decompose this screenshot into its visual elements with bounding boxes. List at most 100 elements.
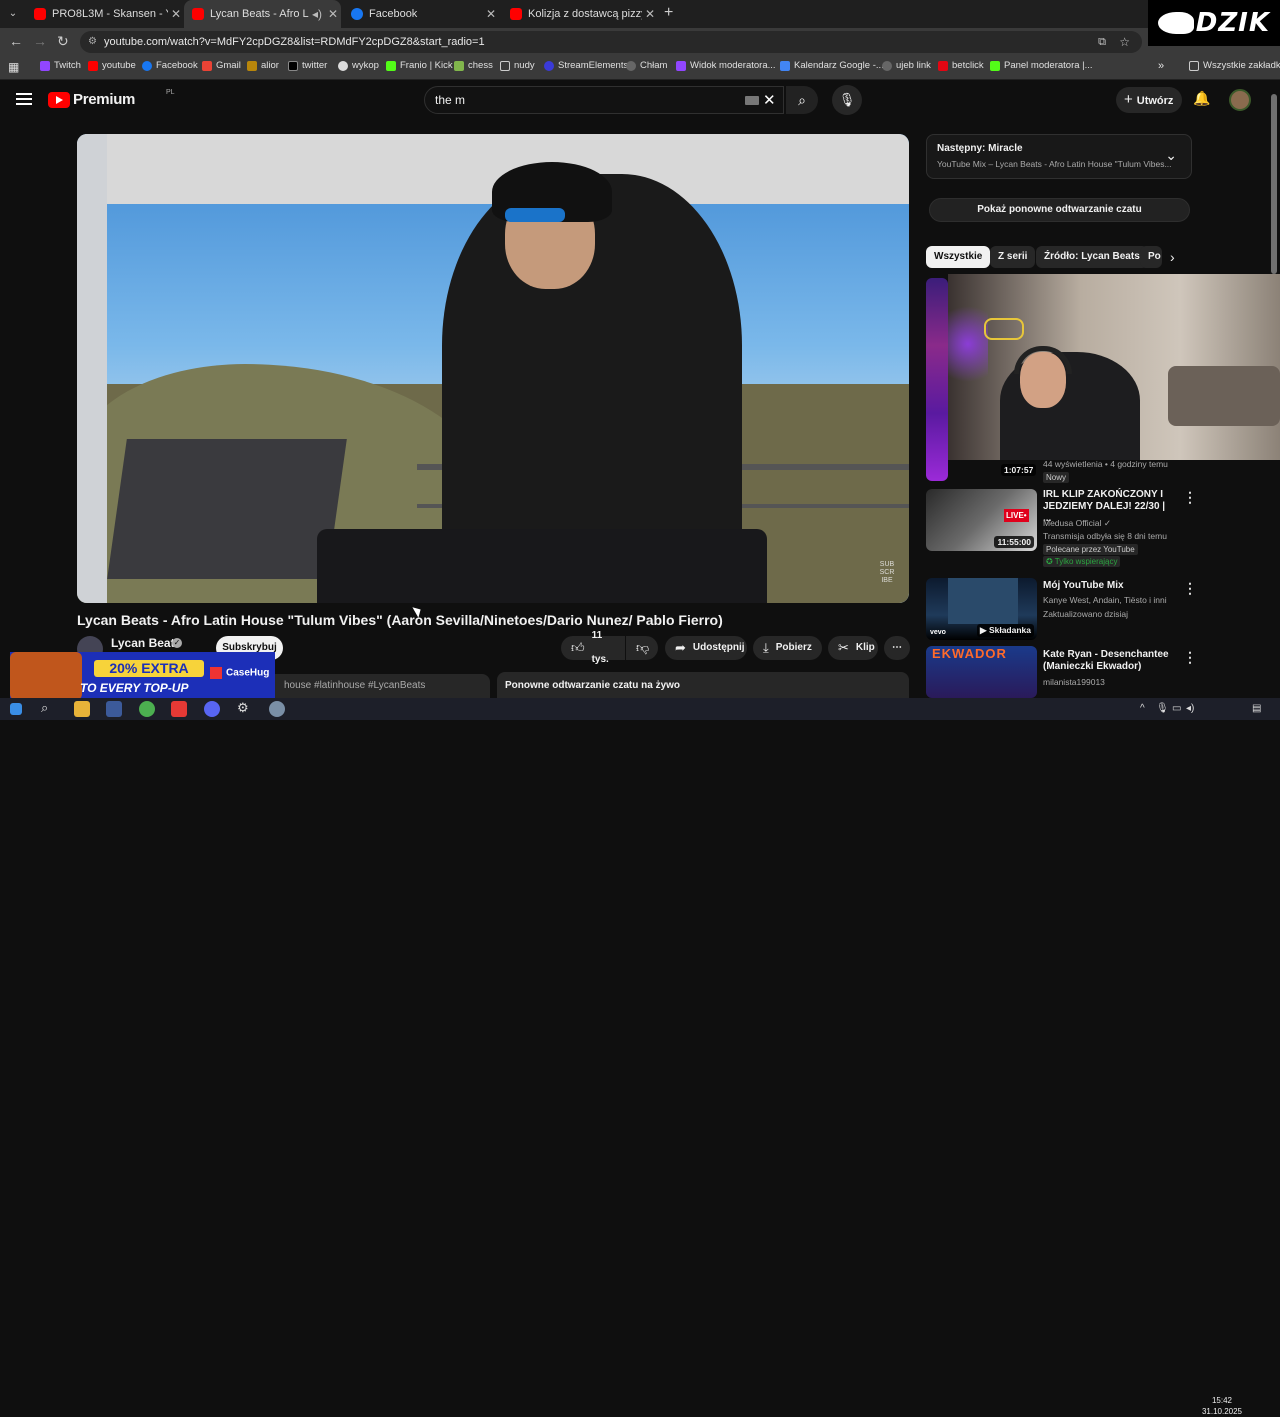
youtube-icon: [88, 60, 98, 71]
description-box[interactable]: house #latinhouse #LycanBeats: [268, 674, 490, 698]
video-card-thumbnail[interactable]: LIVE• 11:55:00: [926, 489, 1037, 551]
tab-facebook[interactable]: Facebook ✕: [343, 0, 499, 28]
bookmark-nudy[interactable]: nudy: [500, 60, 535, 71]
bookmark-alior[interactable]: alior: [247, 60, 279, 71]
download-button[interactable]: ⤓ Pobierz: [753, 636, 822, 660]
bookmark-wykop[interactable]: wykop: [338, 60, 379, 71]
close-tab-icon[interactable]: ✕: [168, 7, 184, 21]
browser-tab-bar: ⌄ PRO8L3M - Skansen - YouTube ✕ Lycan Be…: [0, 0, 1280, 28]
youtube-premium-logo[interactable]: Premium PL: [48, 89, 175, 108]
chip-source-lycan-beats[interactable]: Źródło: Lycan Beats: [1036, 246, 1148, 268]
keyboard-icon[interactable]: [745, 96, 759, 105]
bookmark-chlam[interactable]: Chłam: [626, 60, 667, 71]
chevron-down-icon[interactable]: ⌄: [1165, 147, 1177, 164]
video-frame-dj-deck: [317, 529, 767, 603]
subscribe-watermark[interactable]: SUB SCR IBE: [874, 561, 900, 589]
video-card-thumbnail[interactable]: vevo ▶ Składanka: [926, 578, 1037, 640]
bookmark-streamelements[interactable]: StreamElements: [544, 60, 628, 71]
more-options-icon[interactable]: ⋮: [1183, 580, 1197, 597]
bookmark-franio-kick[interactable]: Franio | Kick: [386, 60, 453, 71]
new-tab-plus-icon[interactable]: +: [664, 4, 673, 22]
video-card-channel[interactable]: Medusa Official ✓: [1043, 518, 1111, 529]
search-button[interactable]: ⌕: [786, 86, 818, 114]
channel-name[interactable]: Lycan Beats: [111, 636, 181, 650]
next-up-panel[interactable]: Następny: Miracle YouTube Mix – Lycan Be…: [926, 134, 1192, 179]
more-bookmarks-chevron-icon[interactable]: »: [1158, 60, 1164, 72]
bookmark-betclick[interactable]: betclick: [938, 60, 984, 71]
video-card-thumbnail[interactable]: [926, 278, 948, 481]
install-app-icon[interactable]: ⧉: [1098, 31, 1106, 53]
chrome-icon[interactable]: [139, 701, 155, 717]
microphone-icon[interactable]: 🎙: [1156, 703, 1169, 714]
show-chat-replay-button[interactable]: Pokaż ponowne odtwarzanie czatu: [929, 198, 1190, 222]
voice-search-mic-icon[interactable]: 🎙: [832, 85, 862, 115]
audio-playing-icon[interactable]: ◂): [309, 7, 325, 21]
video-card-title[interactable]: Kate Ryan - Desenchantee (Manieczki Ekwa…: [1043, 649, 1173, 673]
bookmark-kalendarz[interactable]: Kalendarz Google -...: [780, 60, 884, 71]
apps-grid-icon[interactable]: ▦: [8, 60, 19, 74]
search-icon[interactable]: ⌕: [41, 700, 48, 716]
chip-all[interactable]: Wszystkie: [926, 246, 991, 268]
gmail-icon: [202, 60, 212, 71]
share-button[interactable]: ➦ Udostępnij: [665, 636, 747, 660]
forward-arrow-icon[interactable]: →: [33, 33, 47, 49]
chip-from-series[interactable]: Z serii: [990, 246, 1036, 268]
reload-icon[interactable]: ↻: [57, 33, 69, 50]
app-icon[interactable]: [269, 701, 285, 717]
create-button[interactable]: + Utwórz: [1116, 87, 1182, 113]
close-tab-icon[interactable]: ✕: [642, 7, 658, 21]
bookmark-youtube[interactable]: youtube: [88, 60, 136, 71]
tab-kolizja[interactable]: Kolizja z dostawcą pizzy - kiero ✕: [502, 0, 658, 28]
steam-icon[interactable]: [106, 701, 122, 717]
settings-gear-icon[interactable]: ⚙: [237, 700, 249, 716]
volume-icon[interactable]: ◂): [1186, 703, 1194, 714]
file-explorer-icon[interactable]: [74, 701, 90, 717]
chips-next-chevron-icon[interactable]: ›: [1170, 249, 1175, 265]
taskbar-clock[interactable]: 15:42 31.10.2025: [1200, 1395, 1244, 1417]
tab-search-chevron-icon[interactable]: ⌄: [4, 5, 22, 23]
account-avatar[interactable]: [1229, 89, 1251, 111]
bookmark-twitter[interactable]: twitter: [288, 60, 327, 71]
obs-icon[interactable]: [171, 701, 187, 717]
close-tab-icon[interactable]: ✕: [483, 7, 499, 21]
close-tab-icon[interactable]: ✕: [325, 7, 341, 21]
bookmark-panel-moderatora[interactable]: Panel moderatora |...: [990, 60, 1093, 71]
menu-hamburger-icon[interactable]: [16, 93, 32, 105]
page-scrollbar[interactable]: [1271, 88, 1277, 692]
all-bookmarks[interactable]: Wszystkie zakładki: [1189, 60, 1280, 71]
back-arrow-icon[interactable]: ←: [9, 33, 23, 49]
notifications-bell-icon[interactable]: 🔔: [1193, 90, 1210, 107]
like-button[interactable]: 👍︎ 11 tys.: [561, 630, 625, 665]
bookmark-widok-moderatora[interactable]: Widok moderatora...: [676, 60, 776, 71]
windows-start-icon[interactable]: [10, 703, 22, 715]
clear-search-icon[interactable]: ✕: [763, 91, 776, 109]
tab-lycan-beats[interactable]: Lycan Beats - Afro Latin Ho ◂) ✕: [184, 0, 341, 28]
more-options-icon[interactable]: ⋮: [1183, 649, 1197, 666]
video-card-thumbnail[interactable]: EKWADOR: [926, 646, 1037, 698]
bookmark-twitch[interactable]: Twitch: [40, 60, 81, 71]
video-player[interactable]: SUB SCR IBE: [77, 134, 909, 603]
bookmark-chess[interactable]: chess: [454, 60, 493, 71]
bookmark-gmail[interactable]: Gmail: [202, 60, 241, 71]
notifications-icon[interactable]: ▤: [1252, 703, 1261, 714]
tray-chevron-icon[interactable]: ^: [1140, 703, 1145, 714]
discord-icon[interactable]: [204, 701, 220, 717]
scissors-icon: ✂: [838, 640, 849, 655]
scrollbar-thumb[interactable]: [1271, 94, 1277, 274]
network-icon[interactable]: ▭: [1172, 703, 1181, 714]
video-card-title[interactable]: Mój YouTube Mix: [1043, 580, 1173, 592]
more-actions-button[interactable]: ⋯: [884, 636, 910, 660]
dislike-button[interactable]: 👎︎: [626, 636, 658, 660]
chip-related[interactable]: Po: [1140, 246, 1162, 268]
bookmark-star-icon[interactable]: ☆: [1119, 31, 1130, 53]
site-info-icon[interactable]: ⚙: [88, 31, 97, 53]
globe-icon: [626, 60, 636, 71]
twitch-icon: [676, 60, 686, 71]
url-field[interactable]: ⚙ youtube.com/watch?v=MdFY2cpDGZ8&list=R…: [80, 31, 1142, 53]
tab-skansen[interactable]: PRO8L3M - Skansen - YouTube ✕: [26, 0, 184, 28]
search-input[interactable]: the m: [424, 86, 784, 114]
bookmark-facebook[interactable]: Facebook: [142, 60, 198, 71]
bookmark-ujeb-link[interactable]: ujeb link: [882, 60, 931, 71]
clip-button[interactable]: ✂ Klip: [828, 636, 878, 660]
more-options-icon[interactable]: ⋮: [1183, 489, 1197, 506]
